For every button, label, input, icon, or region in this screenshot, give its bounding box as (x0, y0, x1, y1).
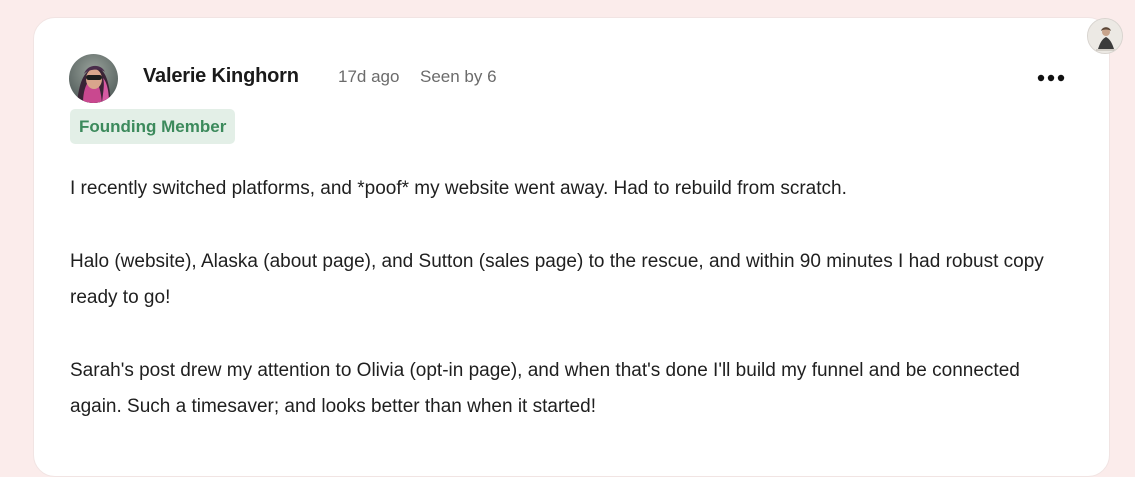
more-horizontal-icon[interactable] (1034, 68, 1068, 88)
author-avatar[interactable] (69, 54, 118, 103)
post-timestamp: 17d ago (338, 67, 400, 86)
post-paragraph: I recently switched platforms, and *poof… (70, 178, 847, 199)
seen-by-count[interactable]: Seen by 6 (420, 67, 497, 87)
post-paragraph: Halo (website), Alaska (about page), and… (70, 251, 1044, 308)
founding-member-badge: Founding Member (70, 109, 236, 144)
author-name[interactable]: Valerie Kinghorn (143, 65, 299, 88)
user-avatar[interactable] (1087, 18, 1123, 54)
post-paragraph: Sarah's post drew my attention to Olivia… (70, 360, 1020, 417)
post-card: Valerie Kinghorn 17d ago Seen by 6 Found… (33, 17, 1110, 477)
post-body: I recently switched platforms, and *poof… (70, 171, 1075, 462)
